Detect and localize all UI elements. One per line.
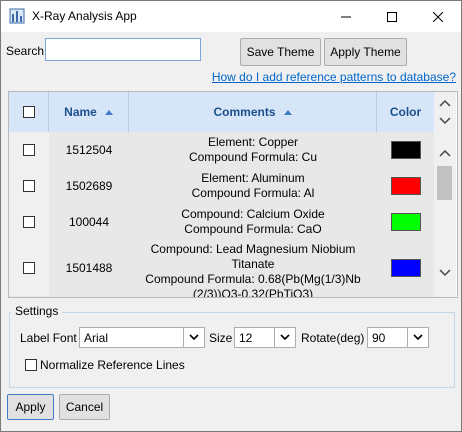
row-name: 1501488 bbox=[65, 261, 113, 275]
row-name: 1502689 bbox=[65, 179, 113, 193]
comment-line: Element: Copper bbox=[207, 135, 299, 149]
app-window: X-Ray Analysis App Search Save Theme App… bbox=[0, 0, 462, 432]
row-checkbox[interactable] bbox=[23, 144, 35, 156]
row-select-cell bbox=[9, 204, 49, 240]
row-color-cell bbox=[377, 168, 434, 204]
app-icon bbox=[9, 8, 25, 24]
row-checkbox[interactable] bbox=[23, 180, 35, 192]
comment-line: Compound Formula: CaO bbox=[184, 222, 322, 236]
row-checkbox[interactable] bbox=[23, 262, 35, 274]
select-all-cell bbox=[9, 92, 49, 132]
table-row[interactable]: 1502689 Element: Aluminum Compound Formu… bbox=[9, 168, 434, 205]
color-swatch[interactable] bbox=[390, 177, 421, 195]
comment-line: (2/3))O3-0.32(PbTiO3) bbox=[192, 287, 314, 298]
row-select-cell bbox=[9, 132, 49, 168]
row-comments: Element: Copper Compound Formula: Cu bbox=[129, 132, 377, 168]
row-select-cell bbox=[9, 168, 49, 204]
normalize-checkbox[interactable] bbox=[25, 359, 37, 371]
column-header-name[interactable]: Name bbox=[49, 92, 129, 132]
rotate-select[interactable]: 90 bbox=[367, 327, 429, 348]
title-bar: X-Ray Analysis App bbox=[1, 1, 461, 32]
size-label: Size bbox=[209, 331, 233, 345]
chevron-down-icon bbox=[183, 328, 204, 347]
chevron-down-icon bbox=[407, 328, 428, 347]
table-header: Name Comments Color bbox=[9, 92, 434, 133]
row-select-cell bbox=[9, 240, 49, 296]
scrollbar-thumb[interactable] bbox=[437, 166, 452, 200]
size-value: 12 bbox=[239, 330, 253, 345]
header-scroll[interactable] bbox=[434, 92, 456, 132]
label-font-value: Arial bbox=[84, 330, 109, 345]
row-color-cell bbox=[377, 204, 434, 240]
color-swatch[interactable] bbox=[390, 259, 421, 277]
color-swatch[interactable] bbox=[390, 141, 421, 159]
color-swatch[interactable] bbox=[390, 213, 421, 231]
comment-line: Compound Formula: Al bbox=[191, 186, 315, 200]
column-name-label: Name bbox=[64, 105, 97, 119]
rotate-value: 90 bbox=[372, 330, 386, 345]
table-row[interactable]: 100044 Compound: Calcium Oxide Compound … bbox=[9, 204, 434, 241]
apply-button[interactable]: Apply bbox=[7, 394, 54, 420]
scroll-arrows-icon bbox=[439, 149, 451, 277]
sort-ascending-icon bbox=[283, 109, 292, 115]
search-input[interactable] bbox=[45, 38, 201, 61]
sort-ascending-icon bbox=[104, 109, 113, 115]
size-select[interactable]: 12 bbox=[234, 327, 296, 348]
comment-line: Titanate bbox=[231, 257, 275, 271]
close-button[interactable] bbox=[415, 1, 461, 32]
row-checkbox[interactable] bbox=[23, 216, 35, 228]
rotate-label: Rotate(deg) bbox=[301, 331, 365, 345]
settings-legend: Settings bbox=[11, 304, 63, 318]
table-row[interactable]: 1512504 Element: Copper Compound Formula… bbox=[9, 132, 434, 169]
maximize-button[interactable] bbox=[369, 1, 415, 32]
normalize-label: Normalize Reference Lines bbox=[40, 358, 185, 372]
minimize-icon bbox=[341, 16, 351, 17]
apply-theme-button[interactable]: Apply Theme bbox=[324, 38, 407, 66]
maximize-icon bbox=[387, 11, 397, 22]
close-icon bbox=[433, 11, 443, 22]
row-name: 100044 bbox=[68, 215, 110, 229]
label-font-label: Label Font bbox=[20, 331, 77, 345]
row-comments: Compound: Lead Magnesium Niobium Titanat… bbox=[129, 240, 377, 298]
table-scrollbar[interactable] bbox=[434, 132, 456, 297]
reference-table: Name Comments Color 1512504 Element: Cop… bbox=[8, 91, 458, 298]
help-link[interactable]: How do I add reference patterns to datab… bbox=[212, 70, 456, 84]
search-label: Search bbox=[6, 44, 45, 58]
row-comments: Compound: Calcium Oxide Compound Formula… bbox=[129, 204, 377, 240]
settings-group bbox=[9, 312, 455, 388]
save-theme-button[interactable]: Save Theme bbox=[240, 38, 321, 66]
comment-line: Compound: Lead Magnesium Niobium bbox=[150, 242, 356, 256]
chevron-down-icon bbox=[274, 328, 295, 347]
comment-line: Compound: Calcium Oxide bbox=[181, 207, 325, 221]
minimize-button[interactable] bbox=[323, 1, 369, 32]
row-comments: Element: Aluminum Compound Formula: Al bbox=[129, 168, 377, 204]
column-header-comments[interactable]: Comments bbox=[129, 92, 377, 132]
row-color-cell bbox=[377, 240, 434, 296]
column-header-color[interactable]: Color bbox=[377, 92, 434, 132]
comment-line: Compound Formula: 0.68(Pb(Mg(1/3)Nb bbox=[145, 272, 361, 286]
comment-line: Element: Aluminum bbox=[201, 171, 305, 185]
window-title: X-Ray Analysis App bbox=[32, 9, 137, 23]
select-all-checkbox[interactable] bbox=[22, 106, 35, 118]
table-row[interactable]: 1501488 Compound: Lead Magnesium Niobium… bbox=[9, 240, 434, 298]
column-comments-label: Comments bbox=[213, 105, 276, 119]
row-color-cell bbox=[377, 132, 434, 168]
label-font-select[interactable]: Arial bbox=[79, 327, 205, 348]
comment-line: Compound Formula: Cu bbox=[188, 150, 318, 164]
row-name: 1512504 bbox=[65, 143, 113, 157]
scroll-up-down-icon bbox=[439, 99, 451, 125]
cancel-button[interactable]: Cancel bbox=[59, 394, 110, 420]
column-color-label: Color bbox=[389, 105, 422, 119]
